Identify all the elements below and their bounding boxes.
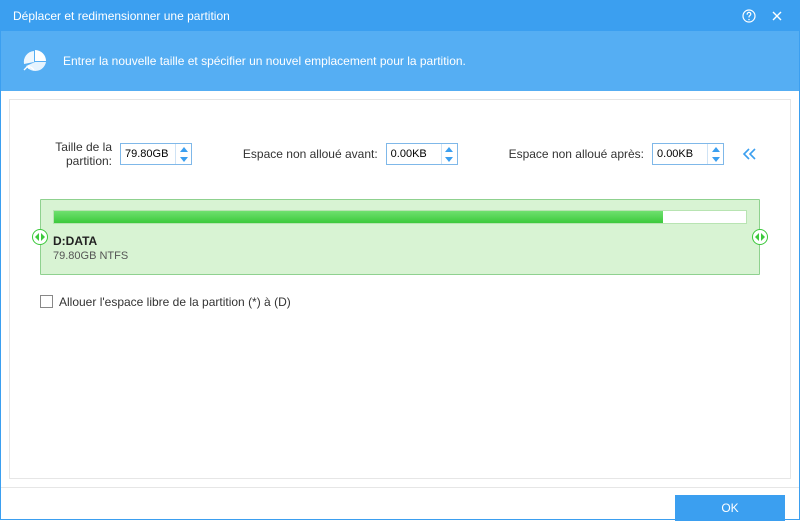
unalloc-before-input[interactable]: [386, 143, 458, 165]
after-label: Espace non alloué après:: [509, 147, 644, 161]
after-field[interactable]: [653, 144, 707, 164]
before-step-down[interactable]: [442, 154, 457, 164]
window-title: Déplacer et redimensionner une partition: [13, 9, 735, 23]
help-icon[interactable]: [735, 2, 763, 30]
size-field[interactable]: [121, 144, 175, 164]
before-label: Espace non alloué avant:: [243, 147, 378, 161]
before-field[interactable]: [387, 144, 441, 164]
before-step-up[interactable]: [442, 144, 457, 154]
resize-handle-left[interactable]: [32, 229, 48, 245]
partition-usage-bar: [53, 210, 747, 224]
titlebar: Déplacer et redimensionner une partition: [1, 1, 799, 31]
size-row: Taille de la partition: Espace non allou…: [40, 140, 760, 169]
banner: Entrer la nouvelle taille et spécifier u…: [1, 31, 799, 91]
size-step-up[interactable]: [176, 144, 191, 154]
unalloc-after-input[interactable]: [652, 143, 724, 165]
size-step-down[interactable]: [176, 154, 191, 164]
footer: OK: [1, 487, 799, 527]
partition-size-input[interactable]: [120, 143, 192, 165]
partition-name: D:DATA: [53, 234, 747, 248]
resize-handle-right[interactable]: [752, 229, 768, 245]
ok-button[interactable]: OK: [675, 495, 785, 521]
allocate-checkbox[interactable]: [40, 295, 53, 308]
content-area: Taille de la partition: Espace non allou…: [9, 99, 791, 479]
size-label: Taille de la partition:: [40, 140, 112, 169]
allocate-free-space-row: Allouer l'espace libre de la partition (…: [40, 295, 760, 309]
partition-icon: [21, 47, 49, 75]
partition-subtitle: 79.80GB NTFS: [53, 250, 747, 262]
chevron-left-double-icon[interactable]: [738, 143, 760, 165]
after-step-down[interactable]: [708, 154, 723, 164]
allocate-label: Allouer l'espace libre de la partition (…: [59, 295, 291, 309]
close-icon[interactable]: [763, 2, 791, 30]
partition-card[interactable]: D:DATA 79.80GB NTFS: [40, 199, 760, 275]
after-step-up[interactable]: [708, 144, 723, 154]
banner-text: Entrer la nouvelle taille et spécifier u…: [63, 54, 466, 68]
partition-usage-fill: [54, 211, 663, 223]
